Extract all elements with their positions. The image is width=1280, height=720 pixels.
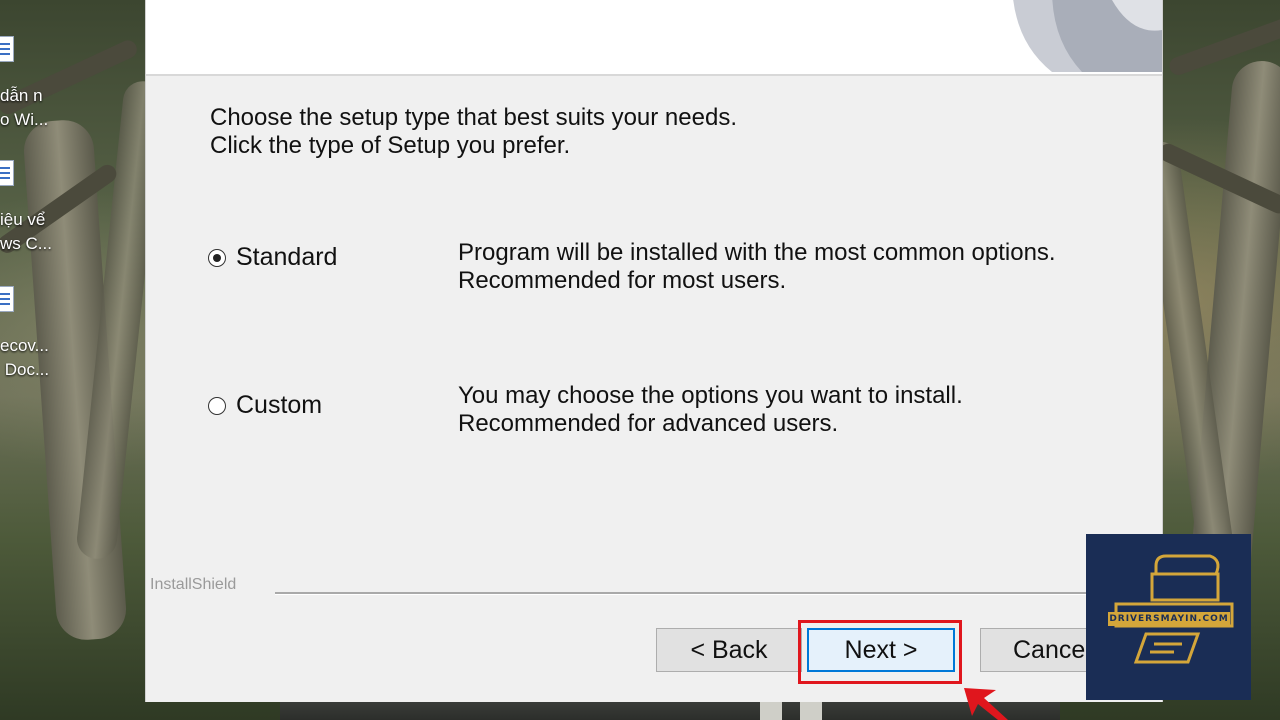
- red-arrow-icon: [964, 688, 1008, 720]
- watermark-logo: DRIVERSMAYIN.COM: [1086, 534, 1251, 700]
- intro-line: Click the type of Setup you prefer.: [210, 132, 571, 159]
- intro-line: Choose the setup type that best suits yo…: [210, 104, 737, 131]
- option-custom-label[interactable]: Custom: [236, 391, 322, 420]
- option-standard-description: Program will be installed with the most …: [458, 239, 1056, 295]
- banner-graphic-icon: [1013, 0, 1162, 72]
- description-line: Recommended for advanced users.: [458, 410, 839, 437]
- installer-banner: [146, 0, 1162, 76]
- description-line: Program will be installed with the most …: [458, 239, 1056, 266]
- watermark-text: DRIVERSMAYIN.COM: [1108, 612, 1230, 626]
- radio-custom[interactable]: [208, 396, 226, 415]
- back-button[interactable]: < Back: [656, 628, 802, 672]
- document-icon: [0, 286, 14, 312]
- radio-standard[interactable]: [208, 248, 226, 267]
- next-button-highlight: [798, 620, 962, 684]
- desktop-icon-document[interactable]: iệu vể ws C...: [0, 160, 60, 270]
- description-line: Recommended for most users.: [458, 267, 787, 294]
- document-icon: [0, 160, 14, 186]
- option-standard-label[interactable]: Standard: [236, 243, 337, 272]
- installer-window: Choose the setup type that best suits yo…: [145, 0, 1163, 702]
- option-custom-description: You may choose the options you want to i…: [458, 382, 963, 438]
- setup-instructions: Choose the setup type that best suits yo…: [210, 104, 737, 160]
- description-line: You may choose the options you want to i…: [458, 382, 963, 409]
- desktop-icon-document[interactable]: ecov... Doc...: [0, 286, 60, 396]
- document-icon: [0, 36, 14, 62]
- desktop-icon-label: dẫn n o Wi...: [0, 86, 49, 129]
- option-custom[interactable]: Custom: [208, 391, 322, 420]
- installshield-brand: InstallShield: [150, 576, 237, 593]
- desktop-icon-label: ecov... Doc...: [0, 336, 50, 379]
- divider: [275, 592, 1151, 595]
- desktop-icon-document[interactable]: dẫn n o Wi...: [0, 36, 60, 146]
- option-standard[interactable]: Standard: [208, 243, 337, 272]
- desktop-icon-label: iệu vể ws C...: [0, 210, 52, 253]
